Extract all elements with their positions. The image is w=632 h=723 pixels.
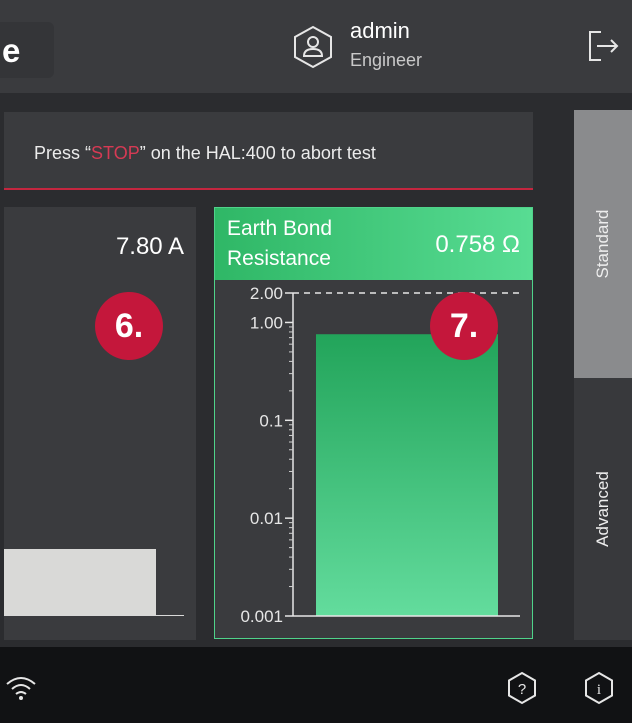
tick-label: 0.001 xyxy=(240,607,283,626)
user-name: admin xyxy=(350,18,410,43)
tab-advanced-label: Advanced xyxy=(593,471,612,547)
earth-bond-header: Earth Bond Resistance 0.758 Ω xyxy=(215,208,532,280)
current-bar xyxy=(4,549,156,615)
earth-bond-bar xyxy=(316,334,498,616)
tick-label: 2.00 xyxy=(250,284,283,303)
app-title: e xyxy=(2,32,21,69)
banner-suffix: ” on the HAL:400 to abort test xyxy=(139,143,376,163)
tick-label: 0.1 xyxy=(259,411,283,430)
current-card: 7.80 A xyxy=(4,207,196,640)
current-axis xyxy=(4,615,184,616)
tab-standard[interactable]: Standard xyxy=(574,110,632,378)
banner-text: Press “STOP” on the HAL:400 to abort tes… xyxy=(34,143,376,164)
user-role: Engineer xyxy=(350,50,423,70)
tab-advanced[interactable]: Advanced xyxy=(574,378,632,640)
step-badge-6: 6. xyxy=(95,292,163,360)
info-icon[interactable]: i xyxy=(582,671,616,705)
wifi-icon xyxy=(6,677,36,700)
tick-label: 0.01 xyxy=(250,509,283,528)
metric-label-line1: Earth Bond xyxy=(227,217,333,240)
top-bar: e admin Engineer xyxy=(0,0,632,93)
tick-label: 1.00 xyxy=(250,313,283,332)
app-title-box: e xyxy=(0,22,54,78)
logout-icon[interactable] xyxy=(585,28,621,64)
abort-instruction-banner: Press “STOP” on the HAL:400 to abort tes… xyxy=(4,112,533,190)
svg-text:?: ? xyxy=(518,681,526,698)
metric-value: 0.758 Ω xyxy=(435,231,520,258)
svg-text:i: i xyxy=(597,682,601,698)
step-badge-7: 7. xyxy=(430,292,498,360)
help-icon[interactable]: ? xyxy=(505,671,539,705)
tab-standard-label: Standard xyxy=(593,209,612,279)
user-avatar-icon[interactable] xyxy=(291,25,335,69)
banner-stop-word: STOP xyxy=(91,143,140,163)
metric-label-line2: Resistance xyxy=(227,247,331,270)
earth-bond-card: Earth Bond Resistance 0.758 Ω 2.00 1.00 0.… xyxy=(214,207,533,639)
banner-prefix: Press “ xyxy=(34,143,92,163)
current-value: 7.80 A xyxy=(115,233,184,260)
